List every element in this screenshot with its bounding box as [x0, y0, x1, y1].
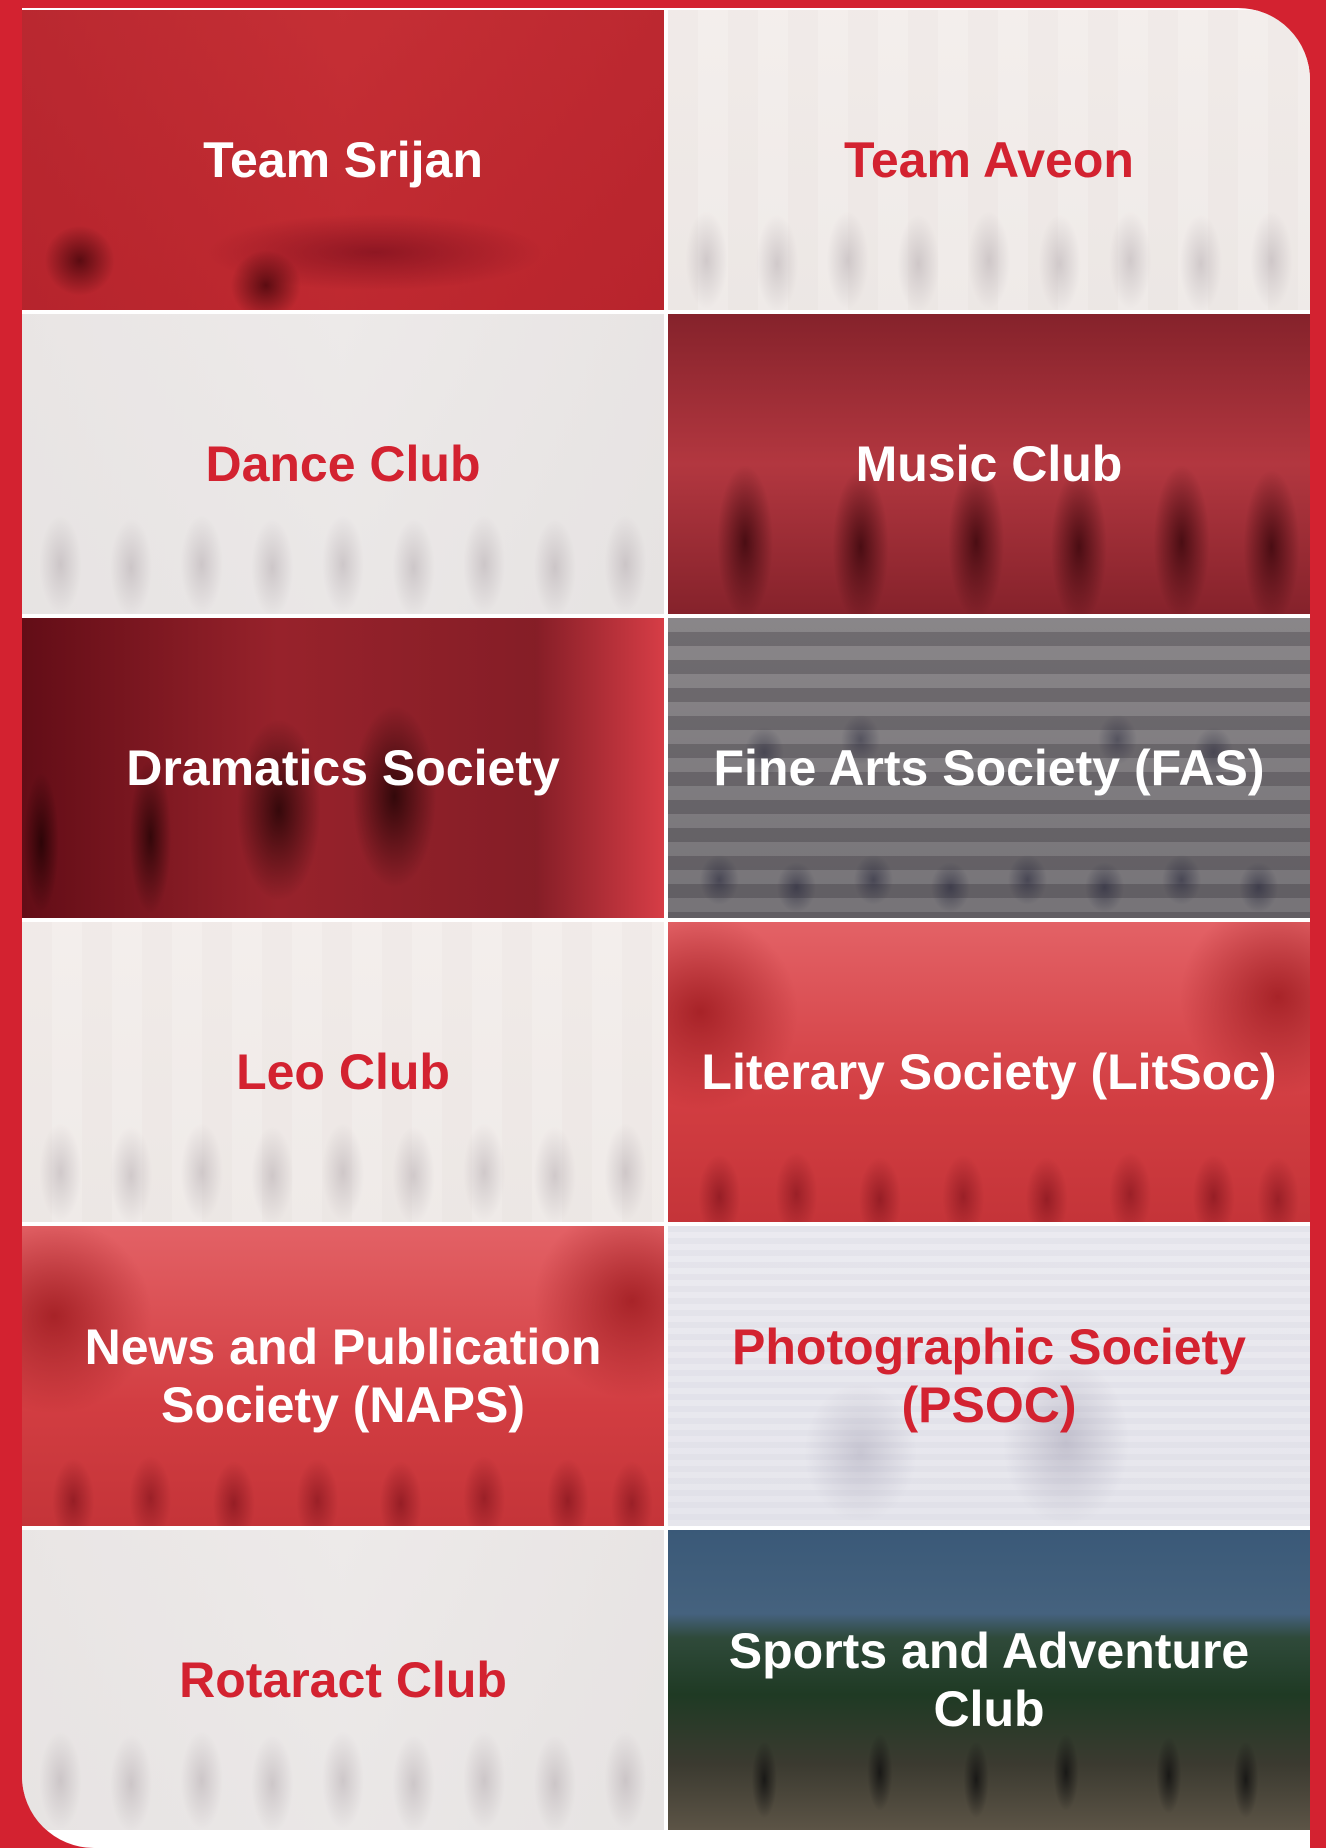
club-label: Dance Club: [205, 436, 481, 492]
club-label: Team Aveon: [844, 132, 1134, 188]
club-label: Fine Arts Society (FAS): [713, 740, 1265, 796]
club-tile-psoc[interactable]: Photographic Society (PSOC): [668, 1226, 1310, 1526]
club-label: Photographic Society (PSOC): [732, 1319, 1246, 1433]
club-tile-music-club[interactable]: Music Club: [668, 314, 1310, 614]
literary-society-photo-detail: [668, 1096, 1310, 1222]
club-tile-dramatics-society[interactable]: Dramatics Society: [22, 618, 664, 918]
club-label: Music Club: [855, 436, 1123, 492]
club-tile-sports-adventure-club[interactable]: Sports and Adventure Club: [668, 1530, 1310, 1830]
club-tile-leo-club[interactable]: Leo Club: [22, 922, 664, 1222]
clubs-grid: Team Srijan Team Aveon Dance Club Music …: [22, 10, 1310, 1830]
music-club-photo-detail: [668, 374, 1310, 614]
club-label: Sports and Adventure Club: [728, 1623, 1250, 1737]
clubs-panel: Team Srijan Team Aveon Dance Club Music …: [22, 8, 1310, 1848]
club-tile-team-aveon[interactable]: Team Aveon: [668, 10, 1310, 310]
club-label: Leo Club: [236, 1044, 450, 1100]
club-label: Literary Society (LitSoc): [701, 1044, 1277, 1100]
club-tile-fine-arts-society[interactable]: Fine Arts Society (FAS): [668, 618, 1310, 918]
club-tile-literary-society[interactable]: Literary Society (LitSoc): [668, 922, 1310, 1222]
club-label: Dramatics Society: [126, 740, 560, 796]
club-tile-dance-club[interactable]: Dance Club: [22, 314, 664, 614]
club-tile-naps[interactable]: News and Publication Society (NAPS): [22, 1226, 664, 1526]
club-label: News and Publication Society (NAPS): [84, 1319, 602, 1433]
club-tile-team-srijan[interactable]: Team Srijan: [22, 10, 664, 310]
club-label: Team Srijan: [203, 132, 483, 188]
club-tile-rotaract-club[interactable]: Rotaract Club: [22, 1530, 664, 1830]
club-label: Rotaract Club: [179, 1652, 507, 1708]
